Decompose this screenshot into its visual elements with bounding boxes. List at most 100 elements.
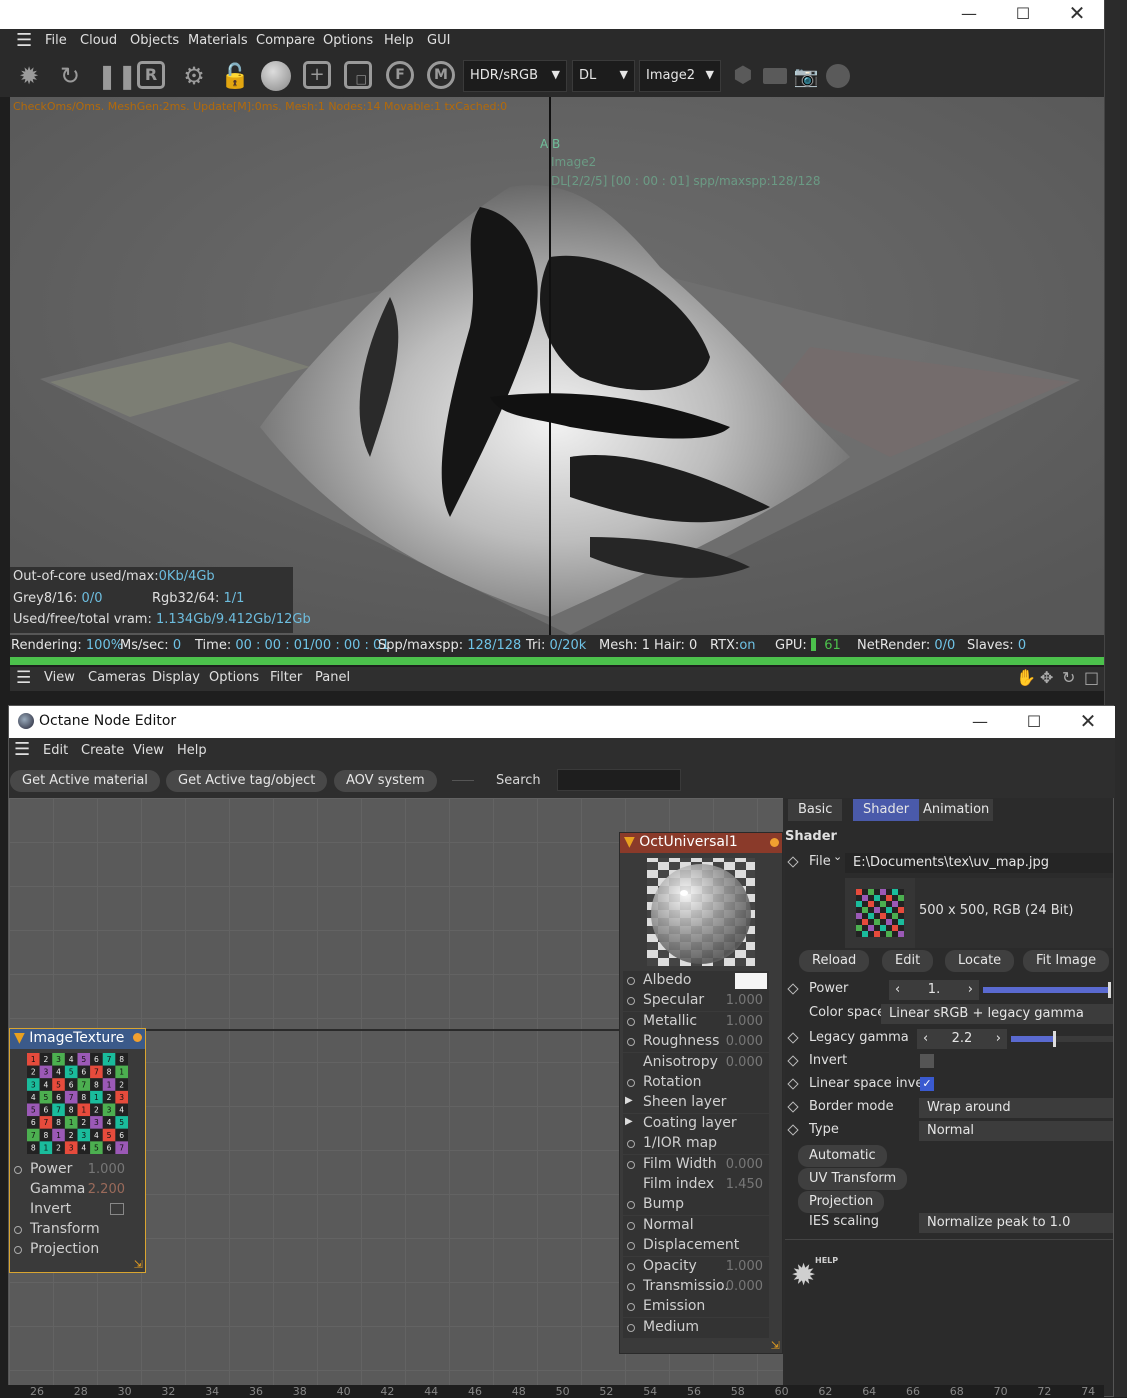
f-focus-icon[interactable]: F — [386, 61, 416, 91]
render-viewport[interactable]: CheckOms/Oms. MeshGen:2ms. Update[M]:0ms… — [10, 97, 1104, 635]
maximize-view-icon[interactable]: □ — [1084, 668, 1099, 687]
colorspace-dropdown[interactable]: Linear sRGB + legacy gamma — [881, 1004, 1113, 1024]
keyframe-icon[interactable] — [787, 983, 799, 995]
input-port-icon[interactable] — [627, 997, 635, 1006]
compare-dropdown[interactable]: Image2 ▼ — [639, 60, 721, 92]
input-port-icon[interactable] — [14, 1226, 22, 1234]
fit-image-button[interactable]: Fit Image — [1023, 950, 1110, 972]
input-port-icon[interactable] — [14, 1246, 22, 1254]
menu-options[interactable]: Options — [323, 33, 373, 48]
keyframe-icon[interactable] — [787, 1032, 799, 1044]
material-param-row[interactable]: Metallic 1.000 — [623, 1011, 769, 1032]
get-active-tag-button[interactable]: Get Active tag/object — [166, 770, 328, 792]
menu-materials[interactable]: Materials — [188, 33, 248, 48]
material-param-row[interactable]: Film Width 0.000 — [623, 1154, 769, 1175]
material-param-row[interactable]: Displacement — [623, 1236, 769, 1257]
region-icon[interactable]: □ — [344, 61, 374, 91]
material-param-row[interactable]: Film index 1.450 — [623, 1175, 769, 1195]
param-value[interactable]: 1.000 — [726, 1014, 763, 1029]
octane-help-icon[interactable]: ✹ — [791, 1258, 816, 1293]
expand-icon[interactable]: ▶ — [625, 1116, 633, 1127]
menu-cameras[interactable]: Cameras — [88, 670, 146, 685]
material-param-row[interactable]: Roughness 0.000 — [623, 1032, 769, 1053]
hamburger-icon[interactable]: ☰ — [16, 30, 32, 51]
increment-icon[interactable]: › — [996, 1031, 1001, 1046]
hamburger-icon[interactable]: ☰ — [14, 739, 30, 760]
pause-icon[interactable]: ❚❚ — [97, 61, 137, 91]
keyframe-icon[interactable] — [787, 1124, 799, 1136]
output-port-icon[interactable] — [133, 1033, 142, 1042]
material-param-row[interactable]: Medium — [623, 1317, 769, 1338]
legacy-gamma-input[interactable]: ‹ 2.2 › — [917, 1029, 1007, 1049]
edit-button[interactable]: Edit — [882, 950, 934, 972]
slider-handle[interactable] — [1053, 1031, 1056, 1047]
input-port-icon[interactable] — [627, 1262, 635, 1271]
menu-objects[interactable]: Objects — [130, 33, 179, 48]
octane-logo-icon[interactable]: ✹ — [14, 61, 44, 91]
input-port-icon[interactable] — [627, 1140, 635, 1149]
minimize-icon[interactable]: — — [942, 0, 996, 29]
invert-checkbox[interactable] — [110, 1203, 124, 1215]
aov-system-button[interactable]: AOV system — [334, 770, 437, 792]
material-param-row[interactable]: Anisotropy 0.000 — [623, 1052, 769, 1073]
material-param-row[interactable]: Emission — [623, 1297, 769, 1318]
power-input[interactable]: ‹ 1. › — [889, 980, 979, 1000]
power-slider[interactable] — [983, 982, 1111, 998]
input-port-icon[interactable] — [627, 1221, 635, 1230]
menu-gui[interactable]: GUI — [427, 33, 450, 48]
material-param-row[interactable]: Specular 1.000 — [623, 991, 769, 1012]
material-node[interactable]: ▼ OctUniversal1 Albedo Specular 1.000 Metal… — [619, 832, 783, 1354]
input-port-icon[interactable] — [627, 1017, 635, 1026]
keyframe-icon[interactable] — [787, 1078, 799, 1090]
param-value[interactable]: 0.000 — [726, 1055, 763, 1070]
uv-transform-button[interactable]: UV Transform — [798, 1168, 908, 1190]
rectangle-icon[interactable] — [760, 61, 790, 91]
menu-compare[interactable]: Compare — [256, 33, 315, 48]
reload-button[interactable]: Reload — [799, 950, 870, 972]
menu-help[interactable]: Help — [384, 33, 414, 48]
collapse-icon[interactable]: ▼ — [624, 834, 635, 850]
material-param-row[interactable]: ▶ Sheen layer — [623, 1093, 769, 1114]
param-value[interactable]: 0.000 — [726, 1157, 763, 1172]
kernel-dropdown[interactable]: DL ▼ — [572, 60, 635, 92]
menu-options-view[interactable]: Options — [209, 670, 259, 685]
tonemap-dropdown[interactable]: HDR/sRGB ▼ — [463, 60, 567, 92]
menu-view[interactable]: View — [44, 670, 75, 685]
param-value[interactable]: 1.000 — [726, 993, 763, 1008]
input-port-icon[interactable] — [627, 1323, 635, 1332]
menu-panel[interactable]: Panel — [315, 670, 350, 685]
input-port-icon[interactable] — [627, 1283, 635, 1291]
keyframe-icon[interactable] — [787, 1055, 799, 1067]
input-port-icon[interactable] — [627, 1303, 635, 1312]
keyframe-icon[interactable] — [787, 1101, 799, 1113]
maximize-icon[interactable]: ☐ — [1007, 708, 1061, 737]
albedo-swatch[interactable] — [735, 973, 767, 989]
input-port-icon[interactable] — [627, 1079, 635, 1087]
slider-handle[interactable] — [1108, 982, 1111, 998]
file-path-field[interactable]: E:\Documents\tex\uv_map.jpg — [845, 853, 1113, 873]
menu-help-ne[interactable]: Help — [177, 743, 207, 758]
type-dropdown[interactable]: Normal — [919, 1121, 1113, 1141]
input-port-icon[interactable] — [627, 1038, 635, 1047]
rotate-icon[interactable]: ↻ — [1062, 668, 1075, 687]
linear-invert-checkbox[interactable]: ✓ — [920, 1077, 934, 1091]
resize-icon[interactable]: ⇲ — [771, 1339, 780, 1352]
search-input[interactable] — [557, 769, 681, 791]
menu-display[interactable]: Display — [152, 670, 200, 685]
refresh-icon[interactable]: ↻ — [55, 61, 85, 91]
image-texture-node[interactable]: ▼ ImageTexture 1234567823456781345678124… — [9, 1028, 146, 1273]
input-port-icon[interactable] — [627, 1242, 635, 1251]
tab-basic[interactable]: Basic — [788, 799, 843, 821]
param-value[interactable]: 1.450 — [726, 1177, 763, 1192]
increment-icon[interactable]: › — [968, 982, 973, 997]
menu-view-ne[interactable]: View — [133, 743, 164, 758]
ies-scaling-dropdown[interactable]: Normalize peak to 1.0 — [919, 1213, 1113, 1233]
border-mode-dropdown[interactable]: Wrap around — [919, 1098, 1113, 1118]
gear-icon[interactable]: ⚙ — [179, 61, 209, 91]
image-texture-header[interactable]: ▼ ImageTexture — [10, 1029, 145, 1049]
keyframe-icon[interactable] — [787, 856, 799, 868]
r-region-icon[interactable]: R — [137, 61, 167, 91]
input-port-icon[interactable] — [627, 977, 635, 985]
param-value[interactable]: 1.000 — [726, 1259, 763, 1274]
material-param-row[interactable]: ▶ Coating layer — [623, 1113, 769, 1134]
